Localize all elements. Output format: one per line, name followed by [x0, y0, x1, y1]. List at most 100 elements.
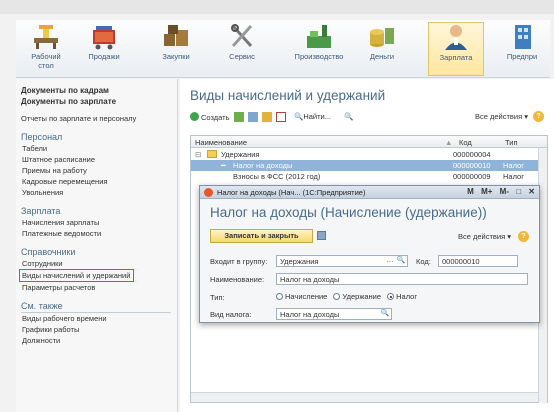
tax-kind-field[interactable]: Налог на доходы 🔍 — [276, 308, 392, 320]
nav-link-salary-documents[interactable]: Документы по зарплате — [21, 96, 177, 107]
group-field[interactable]: Удержания … 🔍 — [276, 255, 408, 267]
group-value: Удержания — [280, 257, 319, 266]
row-type: Налог — [503, 161, 524, 170]
section-label: Производство — [294, 52, 344, 61]
collapse-icon[interactable]: ⊟ — [195, 150, 201, 159]
nav-item-selected[interactable]: Виды начислений и удержаний — [19, 269, 135, 282]
boxes-icon — [161, 22, 191, 50]
section-label: Деньги — [369, 52, 395, 61]
nav-item[interactable]: Графики работы — [21, 324, 177, 335]
section-label: Сервис — [229, 52, 255, 61]
folder-icon — [207, 150, 217, 158]
dialog-all-actions-menu[interactable]: Все действия ▾ — [458, 232, 511, 241]
table-row[interactable]: ⊟ Удержания 000000004 — [191, 149, 538, 160]
radio-accrual[interactable]: Начисление — [276, 292, 327, 301]
radio-label: Удержание — [342, 292, 382, 301]
coins-icon — [367, 22, 397, 50]
building-icon — [507, 22, 537, 50]
sort-icon[interactable]: ▲ — [445, 138, 452, 147]
memory-button[interactable]: M — [467, 187, 474, 196]
cancel-search-icon[interactable]: 🔍 — [344, 112, 353, 121]
horizontal-scrollbar[interactable] — [191, 392, 538, 402]
save-icon[interactable] — [317, 231, 326, 240]
section-ribbon: Рабочий стол Продажи Закупки Сервис Прои… — [16, 20, 550, 78]
select-button[interactable]: … — [385, 256, 395, 266]
section-label: Закупки — [162, 52, 190, 61]
section-service[interactable]: Сервис — [214, 22, 270, 76]
memory-plus-button[interactable]: M+ — [481, 187, 492, 196]
close-button[interactable]: ✕ — [528, 187, 535, 196]
name-label: Наименование: — [210, 275, 265, 284]
top-strip — [0, 0, 554, 14]
nav-group-title: Справочники — [21, 247, 76, 257]
edit-icon[interactable] — [262, 112, 272, 122]
nav-item[interactable]: Сотрудники — [21, 258, 177, 269]
nav-item[interactable]: Штатное расписание — [21, 154, 177, 165]
code-field[interactable]: 000000010 — [438, 255, 518, 267]
row-type: Налог — [503, 172, 524, 181]
group-label: Входит в группу: — [210, 257, 268, 266]
section-money[interactable]: Деньги — [354, 22, 410, 76]
radio-icon — [333, 293, 341, 300]
nav-item[interactable]: Табели — [21, 143, 177, 154]
search-icon[interactable]: 🔍 — [396, 256, 406, 266]
find-button[interactable]: 🔍Найти... — [294, 112, 331, 121]
section-label: Рабочий стол — [31, 52, 61, 70]
column-name[interactable]: Наименование — [195, 138, 247, 147]
radio-icon-selected — [387, 293, 395, 300]
nav-link-hr-documents[interactable]: Документы по кадрам — [21, 85, 177, 96]
row-name: Удержания — [221, 150, 260, 159]
dialog-titlebar[interactable]: Налог на доходы (Нач... (1С:Предприятие)… — [200, 186, 539, 199]
nav-item[interactable]: Виды рабочего времени — [21, 313, 177, 324]
section-production[interactable]: Производство — [288, 22, 350, 76]
maximize-button[interactable]: □ — [516, 187, 521, 196]
radio-deduction[interactable]: Удержание — [333, 292, 381, 301]
nav-item[interactable]: Приемы на работу — [21, 165, 177, 176]
radio-label: Налог — [396, 292, 418, 301]
row-code: 000000004 — [453, 150, 491, 159]
delete-icon[interactable] — [276, 112, 286, 122]
radio-tax[interactable]: Налог — [387, 292, 417, 301]
nav-item[interactable]: Увольнения — [21, 187, 177, 198]
code-label: Код: — [416, 257, 431, 266]
create-button[interactable]: Создать — [190, 112, 230, 122]
name-field[interactable]: Налог на доходы — [276, 273, 528, 285]
desk-icon — [31, 22, 61, 50]
nav-item[interactable]: Параметры расчетов — [21, 282, 177, 293]
tax-kind-value: Налог на доходы — [280, 310, 340, 319]
add-folder-icon[interactable] — [234, 112, 244, 122]
nav-link-reports[interactable]: Отчеты по зарплате и персоналу — [21, 113, 177, 124]
table-row-selected[interactable]: ━ Налог на доходы 000000010 Налог — [191, 160, 538, 171]
save-and-close-button[interactable]: Записать и закрыть — [210, 229, 313, 243]
nav-item[interactable]: Платежные ведомости — [21, 228, 177, 239]
row-code: 000000010 — [453, 161, 491, 170]
nav-item[interactable]: Должности — [21, 335, 177, 346]
dialog-window-title: Налог на доходы (Нач... (1С:Предприятие) — [217, 188, 366, 197]
all-actions-menu[interactable]: Все действия ▾ — [475, 112, 528, 121]
nav-group-title: Зарплата — [21, 206, 61, 216]
section-sales[interactable]: Продажи — [76, 22, 132, 76]
page-title: Виды начислений и удержаний — [190, 88, 386, 103]
column-type[interactable]: Тип — [505, 138, 518, 147]
section-salary[interactable]: Зарплата — [428, 22, 484, 76]
type-radio-group: Начисление Удержание Налог — [276, 292, 417, 301]
dialog-help-icon[interactable]: ? — [518, 231, 529, 242]
section-enterprise[interactable]: Предпри — [494, 22, 550, 76]
column-code[interactable]: Код — [459, 138, 472, 147]
section-purchases[interactable]: Закупки — [148, 22, 204, 76]
type-label: Тип: — [210, 293, 225, 302]
create-label: Создать — [201, 113, 230, 122]
table-header: Наименование ▲ Код Тип — [191, 136, 547, 148]
section-desktop[interactable]: Рабочий стол — [18, 22, 74, 76]
copy-icon[interactable] — [248, 112, 258, 122]
nav-item[interactable]: Кадровые перемещения — [21, 176, 177, 187]
nav-item[interactable]: Начисления зарплаты — [21, 217, 177, 228]
tax-dialog: Налог на доходы (Нач... (1С:Предприятие)… — [199, 185, 540, 323]
window-buttons: M M+ M- □ ✕ — [462, 187, 535, 196]
item-icon: ━ — [221, 161, 226, 170]
section-label: Предпри — [506, 52, 538, 61]
memory-minus-button[interactable]: M- — [500, 187, 509, 196]
help-icon[interactable]: ? — [533, 111, 544, 122]
search-icon[interactable]: 🔍 — [380, 309, 390, 319]
table-row[interactable]: Взносы в ФСС (2012 год) 000000009 Налог — [191, 171, 538, 182]
